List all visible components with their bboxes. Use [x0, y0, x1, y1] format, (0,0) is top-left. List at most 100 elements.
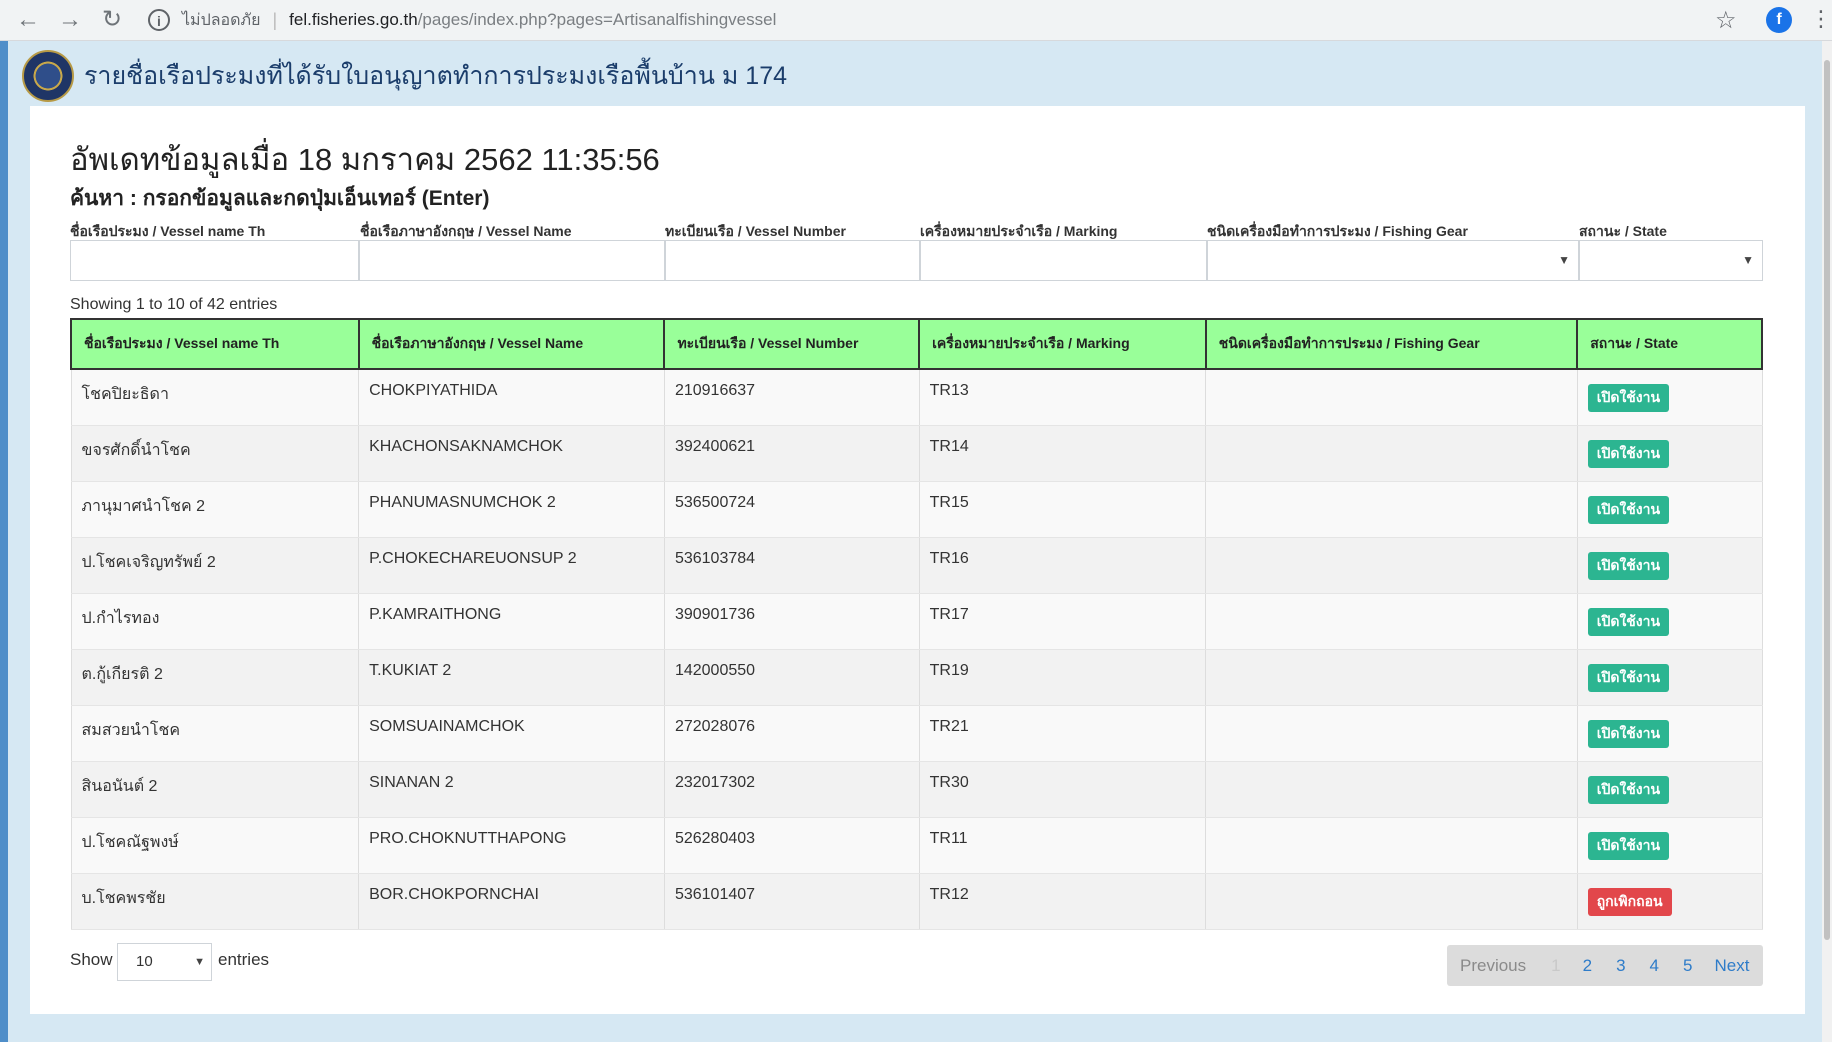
- cell-marking: TR16: [918, 537, 1207, 594]
- scrollbar-thumb[interactable]: [1824, 60, 1830, 940]
- cell-state: เปิดใช้งาน: [1576, 537, 1763, 594]
- filter-input-vessel-name-th[interactable]: [70, 240, 359, 281]
- table-row: ป.โชคเจริญทรัพย์ 2 P.CHOKECHAREUONSUP 2 53…: [70, 537, 1763, 594]
- table-row: ป.โชคณัฐพงษ์ PRO.CHOKNUTTHAPONG 526280403 T…: [70, 817, 1763, 874]
- cell-vessel-name-th: ภานุมาศนำโชค 2: [70, 481, 360, 538]
- cell-vessel-name-en: BOR.CHOKPORNCHAI: [358, 873, 665, 930]
- cell-vessel-name-en: P.KAMRAITHONG: [358, 593, 665, 650]
- cell-state: เปิดใช้งาน: [1576, 369, 1763, 426]
- column-header-fishing-gear[interactable]: ชนิดเครื่องมือทำการประมง / Fishing Gear: [1204, 318, 1579, 370]
- state-badge-button[interactable]: เปิดใช้งาน: [1587, 439, 1670, 468]
- pagination-page-5[interactable]: 5: [1683, 956, 1692, 976]
- state-badge-button[interactable]: เปิดใช้งาน: [1587, 551, 1670, 580]
- state-badge-button[interactable]: เปิดใช้งาน: [1587, 607, 1670, 636]
- cell-state: เปิดใช้งาน: [1576, 425, 1763, 482]
- cell-vessel-name-en: SOMSUAINAMCHOK: [358, 705, 665, 762]
- pagination-page-2[interactable]: 2: [1583, 956, 1592, 976]
- cell-state: เปิดใช้งาน: [1576, 481, 1763, 538]
- insecure-label: ไม่ปลอดภัย: [182, 11, 261, 29]
- update-title: อัพเดทข้อมูลเมื่อ 18 มกราคม 2562 11:35:5…: [70, 142, 660, 177]
- cell-fishing-gear: [1205, 537, 1578, 594]
- column-header-vessel-name-th[interactable]: ชื่อเรือประมง / Vessel name Th: [70, 318, 360, 370]
- browser-toolbar: ← → ↻ i ไม่ปลอดภัย | fel.fisheries.go.th…: [0, 0, 1832, 41]
- reload-icon[interactable]: ↻: [98, 6, 126, 34]
- filter-select-state[interactable]: ▼: [1579, 240, 1763, 281]
- state-badge-button[interactable]: เปิดใช้งาน: [1587, 719, 1670, 748]
- table-row: โชคปิยะธิดา CHOKPIYATHIDA 210916637 TR13 เปิ…: [70, 369, 1763, 426]
- column-header-vessel-number[interactable]: ทะเบียนเรือ / Vessel Number: [663, 318, 921, 370]
- state-badge-button[interactable]: เปิดใช้งาน: [1587, 495, 1670, 524]
- forward-arrow-icon[interactable]: →: [56, 6, 84, 34]
- vessel-table: ชื่อเรือประมง / Vessel name Th ชื่อเรือภ…: [70, 318, 1763, 930]
- cell-vessel-name-en: KHACHONSAKNAMCHOK: [358, 425, 665, 482]
- dropdown-arrow-icon: ▼: [1558, 253, 1570, 267]
- filter-input-marking[interactable]: [920, 240, 1207, 281]
- cell-marking: TR17: [918, 593, 1207, 650]
- cell-vessel-number: 272028076: [663, 705, 920, 762]
- table-row: ภานุมาศนำโชค 2 PHANUMASNUMCHOK 2 536500724…: [70, 481, 1763, 538]
- cell-vessel-name-en: PRO.CHOKNUTTHAPONG: [358, 817, 665, 874]
- table-header-row: ชื่อเรือประมง / Vessel name Th ชื่อเรือภ…: [70, 318, 1763, 370]
- state-badge-button[interactable]: เปิดใช้งาน: [1587, 384, 1670, 412]
- pagination-page-4[interactable]: 4: [1650, 956, 1659, 976]
- left-edge-stripe: [0, 41, 8, 1042]
- site-header: รายชื่อเรือประมงที่ได้รับใบอนุญาตทำการปร…: [22, 48, 787, 104]
- cell-marking: TR12: [918, 873, 1207, 930]
- cell-state: เปิดใช้งาน: [1576, 593, 1763, 650]
- cell-marking: TR21: [918, 705, 1207, 762]
- state-badge-button[interactable]: ถูกเพิกถอน: [1587, 887, 1672, 916]
- cell-vessel-number: 390901736: [663, 593, 920, 650]
- cell-vessel-name-th: โชคปิยะธิดา: [70, 369, 360, 426]
- cell-vessel-number: 392400621: [663, 425, 920, 482]
- table-row: ป.กำไรทอง P.KAMRAITHONG 390901736 TR17 เปิดใ…: [70, 593, 1763, 650]
- profile-avatar-icon[interactable]: f: [1766, 7, 1792, 33]
- cell-fishing-gear: [1205, 369, 1578, 426]
- cell-marking: TR13: [918, 369, 1207, 426]
- pagination: Previous 1 2 3 4 5 Next: [1447, 945, 1763, 986]
- cell-marking: TR30: [918, 761, 1207, 818]
- pagination-next[interactable]: Next: [1714, 956, 1749, 976]
- column-header-state[interactable]: สถานะ / State: [1576, 318, 1763, 370]
- back-arrow-icon[interactable]: ←: [14, 6, 42, 34]
- table-row: ขจรศักดิ์นำโชค KHACHONSAKNAMCHOK 392400621…: [70, 425, 1763, 482]
- url-separator: |: [272, 9, 278, 30]
- table-row: บ.โชคพรชัย BOR.CHOKPORNCHAI 536101407 TR12 ถ…: [70, 873, 1763, 930]
- pagination-previous[interactable]: Previous: [1460, 956, 1526, 976]
- column-header-vessel-name-en[interactable]: ชื่อเรือภาษาอังกฤษ / Vessel Name: [357, 318, 666, 370]
- cell-vessel-number: 142000550: [663, 649, 920, 706]
- url-path[interactable]: /pages/index.php?pages=Artisanalfishingv…: [418, 10, 777, 30]
- cell-state: เปิดใช้งาน: [1576, 649, 1763, 706]
- filter-input-vessel-number[interactable]: [665, 240, 920, 281]
- cell-vessel-number: 526280403: [663, 817, 920, 874]
- cell-fishing-gear: [1205, 817, 1578, 874]
- cell-vessel-name-th: บ.โชคพรชัย: [70, 873, 360, 930]
- department-logo-icon: [22, 50, 74, 102]
- cell-marking: TR11: [918, 817, 1207, 874]
- page-length-select[interactable]: 10 ▼: [117, 943, 212, 981]
- url-host[interactable]: fel.fisheries.go.th: [289, 10, 418, 30]
- pagination-page-3[interactable]: 3: [1616, 956, 1625, 976]
- dropdown-arrow-icon: ▼: [194, 956, 205, 968]
- cell-vessel-name-th: ป.กำไรทอง: [70, 593, 360, 650]
- cell-vessel-name-th: ขจรศักดิ์นำโชค: [70, 425, 360, 482]
- state-badge-button[interactable]: เปิดใช้งาน: [1587, 775, 1670, 804]
- cell-fishing-gear: [1205, 761, 1578, 818]
- more-menu-icon[interactable]: ⋮: [1810, 6, 1832, 32]
- cell-marking: TR14: [918, 425, 1207, 482]
- show-label: Show: [70, 950, 113, 969]
- column-header-marking[interactable]: เครื่องหมายประจำเรือ / Marking: [918, 318, 1207, 370]
- cell-vessel-number: 536103784: [663, 537, 920, 594]
- pagination-page-1[interactable]: 1: [1551, 956, 1560, 976]
- bookmark-star-icon[interactable]: ☆: [1715, 6, 1737, 35]
- info-icon[interactable]: i: [148, 9, 170, 31]
- page-length-value: 10: [136, 953, 153, 970]
- cell-state: เปิดใช้งาน: [1576, 761, 1763, 818]
- cell-state: เปิดใช้งาน: [1576, 705, 1763, 762]
- cell-vessel-name-th: สมสวยนำโชค: [70, 705, 360, 762]
- state-badge-button[interactable]: เปิดใช้งาน: [1587, 831, 1670, 860]
- dropdown-arrow-icon: ▼: [1742, 253, 1754, 267]
- cell-fishing-gear: [1205, 593, 1578, 650]
- filter-input-vessel-name-en[interactable]: [359, 240, 665, 281]
- state-badge-button[interactable]: เปิดใช้งาน: [1587, 663, 1670, 692]
- filter-select-fishing-gear[interactable]: ▼: [1207, 240, 1579, 281]
